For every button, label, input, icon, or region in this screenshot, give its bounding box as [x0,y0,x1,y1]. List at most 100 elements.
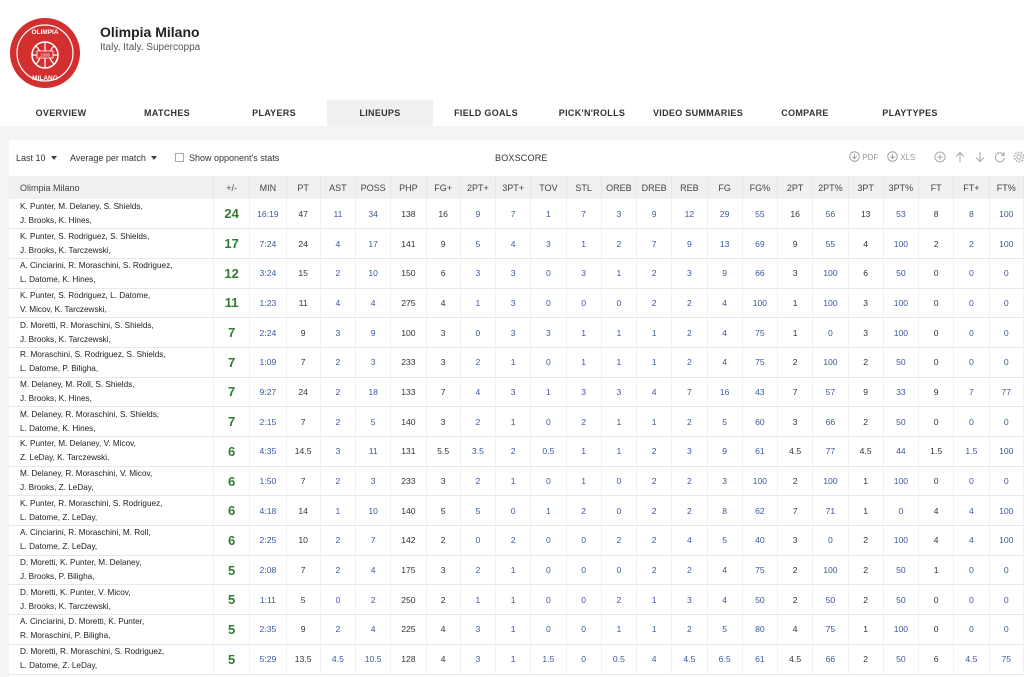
range-select[interactable]: Last 10 [16,153,57,163]
boxscore-button[interactable]: BOXSCORE [495,153,548,163]
table-row[interactable]: K. Punter, R. Moraschini, S. Rodriguez, L… [9,495,1024,527]
stat-cell[interactable]: 60 [742,406,779,437]
stat-cell[interactable]: 10 [355,258,392,289]
lineup-cell[interactable]: K. Punter, M. Delaney, S. Shields, J. Bro… [9,199,214,230]
stat-cell[interactable]: 1 [530,199,567,230]
stat-cell[interactable]: 4:35 [249,436,287,467]
stat-cell[interactable]: 4 [355,614,392,645]
stat-cell[interactable]: 3 [495,288,532,319]
stat-cell[interactable]: 1 [601,614,638,645]
stat-cell[interactable]: 3.5 [460,436,497,467]
stat-cell[interactable]: 2 [671,555,708,586]
stat-cell[interactable]: 9 [355,317,392,348]
stat-cell[interactable]: 75 [989,644,1024,675]
stat-cell[interactable]: 3 [707,466,743,497]
stat-cell[interactable]: 3 [460,614,497,645]
stat-cell[interactable]: 0 [530,406,567,437]
stat-cell[interactable]: 0 [953,288,990,319]
table-row[interactable]: A. Cinciarini, R. Moraschini, S. Rodrigu… [9,258,1024,289]
stat-cell[interactable]: 0 [953,466,990,497]
stat-cell[interactable]: 66 [812,406,849,437]
mode-select[interactable]: Average per match [70,153,157,163]
stat-cell[interactable]: 1:23 [249,288,287,319]
stat-cell[interactable]: 0.5 [530,436,567,467]
tab-overview[interactable]: OVERVIEW [17,100,105,126]
stat-cell[interactable]: 80 [742,614,779,645]
stat-cell[interactable]: 1 [495,584,532,616]
stat-cell[interactable]: 0 [530,347,567,378]
stat-cell[interactable]: 0 [953,406,990,437]
stat-cell[interactable]: 0 [953,258,990,289]
column-header[interactable]: AST [320,176,357,199]
refresh-icon[interactable] [994,151,1006,163]
stat-cell[interactable]: 9:27 [249,377,287,408]
table-row[interactable]: K. Punter, S. Rodriguez, S. Shields, J. B… [9,228,1024,259]
stat-cell[interactable]: 0 [601,495,638,527]
stat-cell[interactable]: 10 [355,495,392,527]
stat-cell[interactable]: 4 [355,288,392,319]
column-header[interactable]: 2PT% [812,176,849,199]
stat-cell[interactable]: 100 [989,199,1024,230]
stat-cell[interactable]: 34 [355,199,392,230]
stat-cell[interactable]: 56 [812,199,849,230]
stat-cell[interactable]: 2 [601,228,638,259]
stat-cell[interactable]: 3 [495,258,532,289]
stat-cell[interactable]: 2 [460,466,497,497]
stat-cell[interactable]: 16 [707,377,743,408]
stat-cell[interactable]: 69 [742,228,779,259]
stat-cell[interactable]: 9 [707,258,743,289]
stat-cell[interactable]: 44 [883,436,920,467]
stat-cell[interactable]: 71 [812,495,849,527]
stat-cell[interactable]: 0 [530,555,567,586]
stat-cell[interactable]: 1 [320,495,357,527]
column-header[interactable]: 2PT+ [460,176,497,199]
column-header[interactable]: 3PT [848,176,884,199]
stat-cell[interactable]: 100 [989,436,1024,467]
stat-cell[interactable]: 75 [742,317,779,348]
stat-cell[interactable]: 2 [320,347,357,378]
stat-cell[interactable]: 1 [495,644,532,675]
stat-cell[interactable]: 2 [601,525,638,556]
stat-cell[interactable]: 100 [883,466,920,497]
arrow-down-icon[interactable] [974,151,986,163]
stat-cell[interactable]: 18 [355,377,392,408]
stat-cell[interactable]: 4.5 [320,644,357,675]
stat-cell[interactable]: 2 [636,555,673,586]
lineup-cell[interactable]: A. Cinciarini, D. Moretti, K. Punter, R. … [9,614,214,645]
stat-cell[interactable]: 4.5 [671,644,708,675]
stat-cell[interactable]: 2 [460,347,497,378]
stat-cell[interactable]: 3 [671,584,708,616]
stat-cell[interactable]: 0 [953,584,990,616]
column-header[interactable]: TOV [530,176,567,199]
tab-compare[interactable]: COMPARE [761,100,849,126]
stat-cell[interactable]: 1 [530,495,567,527]
stat-cell[interactable]: 2 [671,288,708,319]
column-header[interactable]: FG+ [426,176,461,199]
stat-cell[interactable]: 2 [320,614,357,645]
stat-cell[interactable]: 43 [742,377,779,408]
stat-cell[interactable]: 2:15 [249,406,287,437]
stat-cell[interactable]: 100 [812,347,849,378]
stat-cell[interactable]: 4 [460,377,497,408]
stat-cell[interactable]: 61 [742,644,779,675]
stat-cell[interactable]: 1 [636,317,673,348]
stat-cell[interactable]: 3 [671,436,708,467]
lineup-cell[interactable]: K. Punter, R. Moraschini, S. Rodriguez, L… [9,495,214,527]
opponent-stats-checkbox[interactable]: Show opponent's stats [175,153,279,163]
stat-cell[interactable]: 5 [707,614,743,645]
stat-cell[interactable]: 3 [355,347,392,378]
stat-cell[interactable]: 4 [355,555,392,586]
stat-cell[interactable]: 1 [495,614,532,645]
stat-cell[interactable]: 0 [460,317,497,348]
stat-cell[interactable]: 100 [883,288,920,319]
stat-cell[interactable]: 1 [601,317,638,348]
stat-cell[interactable]: 17 [355,228,392,259]
stat-cell[interactable]: 3 [671,258,708,289]
stat-cell[interactable]: 7 [953,377,990,408]
stat-cell[interactable]: 1 [566,466,602,497]
stat-cell[interactable]: 0 [989,555,1024,586]
table-row[interactable]: A. Cinciarini, R. Moraschini, M. Roll, L.… [9,525,1024,556]
stat-cell[interactable]: 50 [883,258,920,289]
stat-cell[interactable]: 4 [636,644,673,675]
column-header[interactable]: +/- [213,176,251,199]
